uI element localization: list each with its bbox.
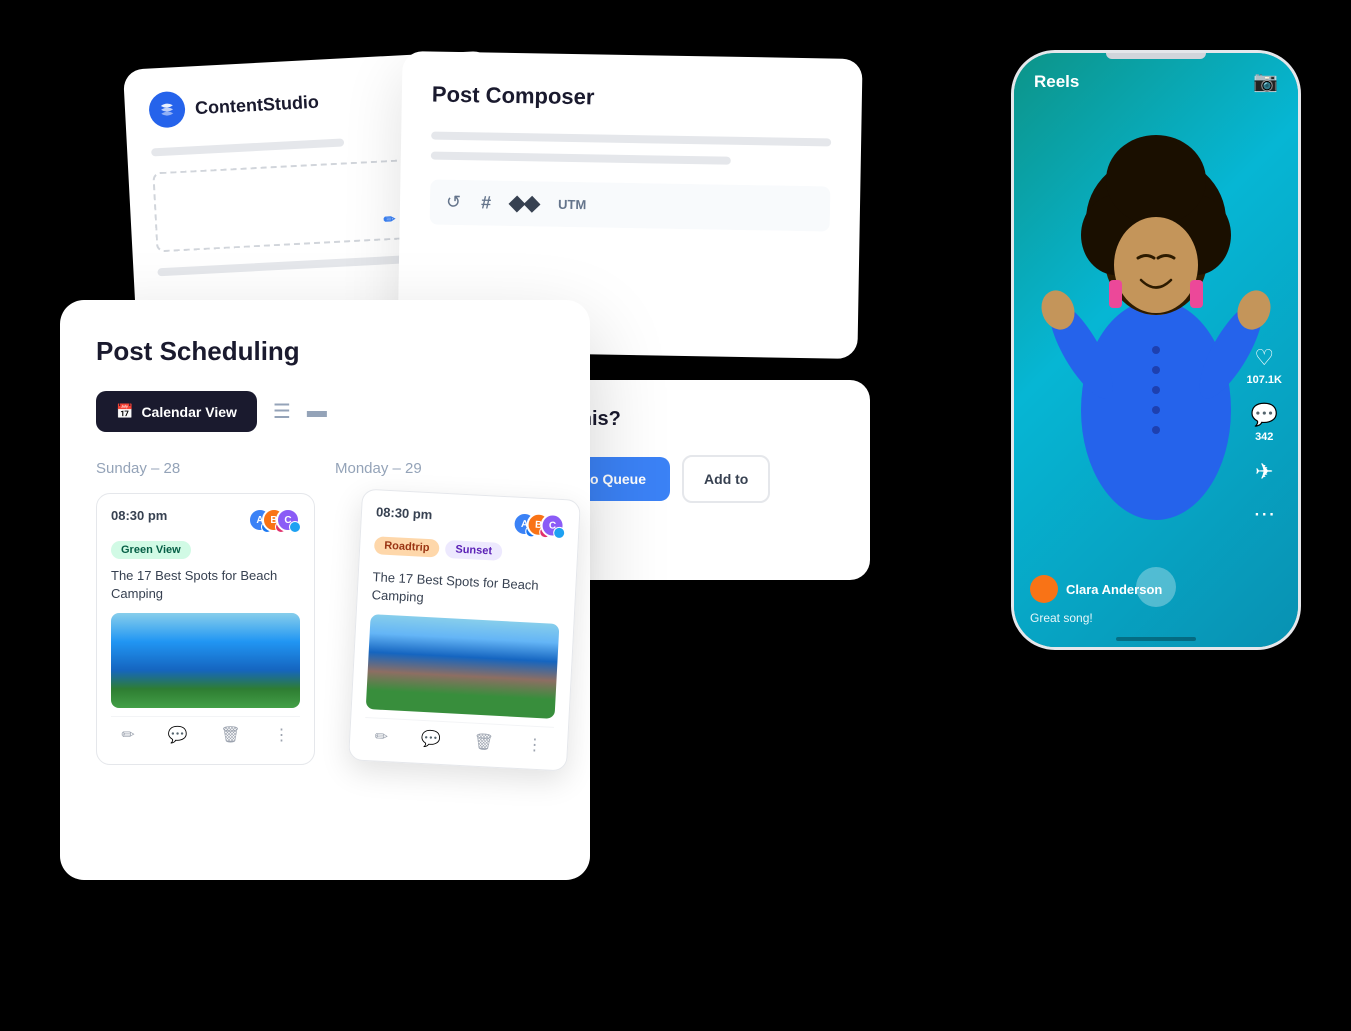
user-info: Clara Anderson xyxy=(1030,575,1238,603)
share-icon[interactable]: ✈ xyxy=(1255,459,1273,485)
cs-placeholder-line-2 xyxy=(157,255,415,276)
likes-count: 107.1K xyxy=(1247,374,1282,386)
sunday-label: Sunday – 28 xyxy=(96,460,315,477)
reels-label: Reels xyxy=(1034,72,1079,92)
diamond-icon[interactable] xyxy=(511,197,538,209)
post-header-2: 08:30 pm A B C xyxy=(375,504,565,538)
main-scene: ContentStudio ✏ Compose Post Composer ↺ … xyxy=(0,0,1351,1031)
post-header-1: 08:30 pm A B C xyxy=(111,508,300,532)
post-time-2: 08:30 pm xyxy=(376,504,433,522)
comments-item: 💬 342 xyxy=(1251,402,1278,443)
pencil-icon: ✏ xyxy=(383,211,396,229)
scheduling-title: Post Scheduling xyxy=(96,336,554,367)
home-button[interactable] xyxy=(1136,567,1176,607)
tw-indicator xyxy=(289,521,301,533)
post-card-2: 08:30 pm A B C xyxy=(348,489,581,772)
view-controls: 📅 Calendar View ☰ ▬ xyxy=(96,391,554,432)
post-image-mountain xyxy=(366,614,560,719)
share-item: ✈ xyxy=(1255,459,1273,485)
avatar-3: C xyxy=(281,508,300,532)
hashtag-icon[interactable]: # xyxy=(481,192,491,213)
comment-icon[interactable]: 💬 xyxy=(1251,402,1278,428)
composer-toolbar: ↺ # UTM xyxy=(430,180,831,232)
tw-indicator-2 xyxy=(553,527,566,540)
cs-app-title: ContentStudio xyxy=(194,91,319,118)
delete-icon-2[interactable]: 🗑 xyxy=(473,732,494,753)
more-icon-1[interactable]: ⋮ xyxy=(274,725,290,745)
bottom-info: Clara Anderson Great song! xyxy=(1030,575,1238,627)
home-indicator xyxy=(1116,637,1196,641)
posts-row: 08:30 pm A B C xyxy=(96,493,554,765)
composer-line-1 xyxy=(431,132,831,147)
post-tag-sunset: Sunset xyxy=(445,540,503,561)
edit-icon-2[interactable]: ✏ xyxy=(374,727,388,748)
utm-button[interactable]: UTM xyxy=(558,197,586,212)
more-item: ⋯ xyxy=(1253,501,1275,527)
likes-item: ♡ 107.1K xyxy=(1247,345,1282,386)
reels-header: Reels 📷 xyxy=(1014,53,1298,104)
user-avatar xyxy=(1030,575,1058,603)
interactions-panel: ♡ 107.1K 💬 342 ✈ ⋯ xyxy=(1247,345,1282,527)
cs-logo-icon xyxy=(148,91,186,129)
add-button[interactable]: Add to xyxy=(682,455,770,503)
phone-screen: Reels 📷 ♡ 107.1K 💬 342 ✈ xyxy=(1014,53,1298,647)
composer-title: Post Composer xyxy=(432,82,832,115)
more-dots-icon[interactable]: ⋯ xyxy=(1253,501,1275,527)
monday-label: Monday – 29 xyxy=(335,460,554,477)
caption: Great song! xyxy=(1030,611,1093,625)
comment-icon-2[interactable]: 💬 xyxy=(420,729,441,750)
post-tag-roadtrip: Roadtrip xyxy=(374,536,440,557)
phone-container: Reels 📷 ♡ 107.1K 💬 342 ✈ xyxy=(1011,50,1301,650)
days-row: Sunday – 28 Monday – 29 xyxy=(96,460,554,477)
phone-notch xyxy=(1106,53,1206,59)
grid-view-icon[interactable]: ▬ xyxy=(307,400,327,423)
delete-icon-1[interactable]: 🗑 xyxy=(220,725,240,745)
phone-frame: Reels 📷 ♡ 107.1K 💬 342 ✈ xyxy=(1011,50,1301,650)
calendar-view-button[interactable]: 📅 Calendar View xyxy=(96,391,257,432)
composer-line-2 xyxy=(431,152,731,165)
post-headline-1: The 17 Best Spots for Beach Camping xyxy=(111,567,300,603)
avatar-6: C xyxy=(545,513,565,538)
undo-icon[interactable]: ↺ xyxy=(446,192,461,213)
post-actions-1: ✏ 💬 🗑 ⋮ xyxy=(111,716,300,745)
cs-placeholder-line-1 xyxy=(151,138,344,156)
post-tag-1: Green View xyxy=(111,541,191,559)
avatar-group-1: A B C xyxy=(248,508,300,532)
post-headline-2: The 17 Best Spots for Beach Camping xyxy=(371,568,562,614)
list-view-icon[interactable]: ☰ xyxy=(273,399,291,424)
scheduling-card: Post Scheduling 📅 Calendar View ☰ ▬ Sund… xyxy=(60,300,590,880)
comments-count: 342 xyxy=(1255,431,1273,443)
camera-icon[interactable]: 📷 xyxy=(1253,69,1278,94)
comment-icon-1[interactable]: 💬 xyxy=(168,725,188,745)
calendar-icon: 📅 xyxy=(116,403,133,420)
edit-icon-1[interactable]: ✏ xyxy=(121,725,134,745)
avatar-group-2: A B C xyxy=(512,511,565,538)
post-card-1: 08:30 pm A B C xyxy=(96,493,315,765)
post-time-1: 08:30 pm xyxy=(111,508,167,523)
heart-icon[interactable]: ♡ xyxy=(1254,345,1274,371)
more-icon-2[interactable]: ⋮ xyxy=(526,735,543,756)
post-image-beach xyxy=(111,613,300,708)
post-actions-2: ✏ 💬 🗑 ⋮ xyxy=(364,717,554,756)
